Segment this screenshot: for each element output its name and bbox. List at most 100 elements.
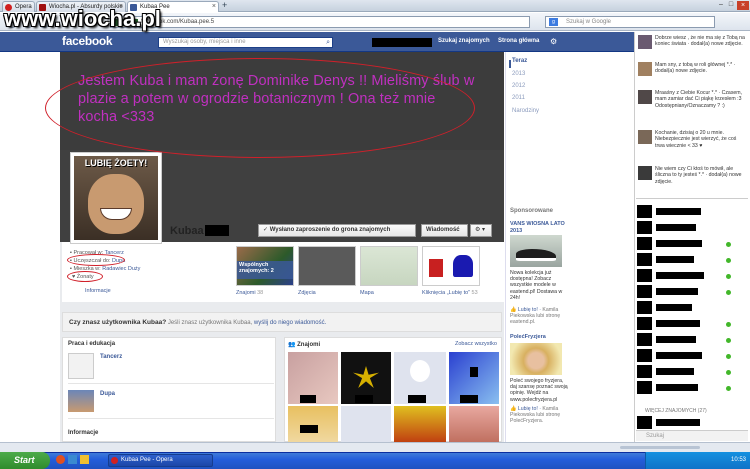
likes-thumbnail[interactable] [422,246,480,286]
avatar [638,90,652,104]
more-options-button[interactable]: ⚙ ▾ [470,224,492,237]
online-status-icon [726,386,731,391]
clock[interactable]: 10:53 [731,457,746,463]
start-button[interactable]: Start [0,452,50,469]
close-icon[interactable]: × [212,2,216,12]
year-birth[interactable]: Narodziny [512,108,539,114]
map-thumbnail[interactable] [360,246,418,286]
info-title: Informacje [68,430,99,436]
profile-picture[interactable]: LUBIĘ ŻOETY! [70,152,162,244]
zoom-slider[interactable] [620,446,700,449]
map-link[interactable]: Mapa [360,290,374,296]
online-status-icon [726,322,731,327]
year-2013[interactable]: 2013 [512,71,525,77]
redacted-surname [205,225,229,236]
search-icon[interactable]: ⌕ [326,38,330,47]
avatar [638,35,652,49]
yaka-logo [429,259,443,277]
google-icon: g [549,18,558,26]
know-user-prompt: Czy znasz użytkownika Kubaa? Jeśli znasz… [62,312,502,332]
browser-status-bar [0,442,750,452]
more-friends-label[interactable]: WIĘCEJ ZNAJOMYCH (27) [645,408,707,414]
ad1-title[interactable]: VANS WIOSNA LATO 2013 [510,221,566,234]
avatar [638,130,652,144]
friend-photo-6[interactable] [341,406,391,442]
friend-photo-7[interactable] [394,406,446,442]
ticker-item[interactable]: Kochanie, dzisiaj o 20 u mnie. Niebezpie… [638,130,748,162]
red-annotation-ellipse [45,58,475,158]
settings-gear-icon[interactable]: ⚙ [550,37,557,46]
watermark: www.wiocha.pl [4,6,161,31]
friends-icon: 👥 [288,342,298,348]
find-friends-link[interactable]: Szukaj znajomych [438,38,490,44]
quicklaunch-icon[interactable] [68,455,77,464]
quicklaunch-icon[interactable] [80,455,89,464]
work-education-title: Praca i edukacja [68,341,116,347]
year-2012[interactable]: 2012 [512,83,525,89]
year-2011[interactable]: 2011 [512,95,525,101]
ticker-item[interactable]: Mraaśny z Ciebie Kocur *.* · Czasem, mam… [638,90,748,126]
ad1-shoe-image[interactable] [510,235,562,267]
redacted-user-name [372,38,432,47]
work-placeholder-icon [68,353,94,379]
online-status-icon [726,370,731,375]
google-search-input[interactable]: g Szukaj w Google [545,16,715,28]
taskbar-item-opera[interactable]: Kubaa Pee - Opera [108,454,213,467]
window-close-icon[interactable]: × [737,1,749,10]
home-link[interactable]: Strona główna [498,38,539,44]
photos-thumbnail[interactable] [298,246,356,286]
online-status-icon [726,290,731,295]
send-message-link[interactable]: wyślij do niego wiadomość. [254,320,326,326]
friends-link[interactable]: Znajomi 38 [236,290,263,296]
online-status-icon [726,338,731,343]
shoe-image [453,255,473,277]
avatar [638,166,652,180]
sponsored-title: Sponsorowane [510,208,554,214]
ticker-item[interactable]: Nie wiem czy Ci ktoś to mówił, ale ślicz… [638,166,748,194]
ad2-image[interactable] [510,343,562,375]
school-thumbnail[interactable] [68,390,94,412]
friends-thumbnail[interactable]: Wspólnych znajomych: 2 [236,246,294,286]
year-active-marker [509,60,511,68]
ad2-text: Poleć swojego fryzjera, daj szansę pozna… [510,378,568,403]
default-avatar-icon [410,360,430,382]
school-item-link[interactable]: Dupa [100,391,115,397]
avatar [638,62,652,76]
facebook-search-input[interactable]: Wyszukaj osoby, miejsca i inne ⌕ [158,37,333,48]
minimize-icon[interactable]: – [716,1,726,10]
url-input[interactable]: 🔒 facebook.com/Kubaa.pee.5 [110,16,530,28]
friend-photo-5[interactable] [288,406,338,442]
likes-link[interactable]: Kliknięcia „Lubię to” 53 [422,290,478,296]
ad1-social: 👍 Lubię to! · Kamila Piekowska lubi stro… [510,307,561,326]
online-status-icon [726,258,731,263]
new-tab-button[interactable]: + [222,0,227,10]
red-annotation-ellipse-married [67,271,103,282]
leaf-icon [353,366,379,388]
profile-picture-caption: LUBIĘ ŻOETY! [84,158,148,168]
ticker-item[interactable]: Dobrze wiesz , że nie ma się z Tobą na k… [638,35,748,59]
online-status-icon [726,354,731,359]
ad1-text: Nowa kolekcja już dostępna! Zobacz wszys… [510,270,563,301]
maximize-icon[interactable]: □ [726,1,736,10]
work-education-box [62,337,276,442]
friend-request-sent-button[interactable]: ✓ Wysłano zaproszenie do grona znajomych [258,224,416,237]
mutual-friends-label: Wspólnych znajomych: 2 [237,261,293,279]
ad2-social: 👍 Lubię to! · Kamila Piekowska lubi stro… [510,406,561,425]
ad2-title[interactable]: PolećFryzjera [510,334,546,340]
profile-name[interactable]: Kubaa [170,225,204,237]
year-now[interactable]: Teraz [512,58,527,64]
system-tray: 10:53 [645,452,750,469]
red-annotation-ellipse-school [67,254,125,266]
message-button[interactable]: Wiadomość [421,224,468,237]
friend-photo-8[interactable] [449,406,499,442]
online-status-icon [726,274,731,279]
ticker-item[interactable]: Mam sny, z tobą w roli głównej *.* · dod… [638,62,748,86]
facebook-logo[interactable]: facebook [62,34,113,48]
photos-link[interactable]: Zdjęcia [298,290,316,296]
opera-icon [111,457,118,464]
quicklaunch-icon[interactable] [56,455,65,464]
work-item-link[interactable]: Tancerz [100,354,122,360]
chat-search-input[interactable]: Szukaj [636,430,748,441]
info-link[interactable]: Informacje [85,288,111,294]
see-all-friends-link[interactable]: Zobacz wszystko [455,341,497,347]
